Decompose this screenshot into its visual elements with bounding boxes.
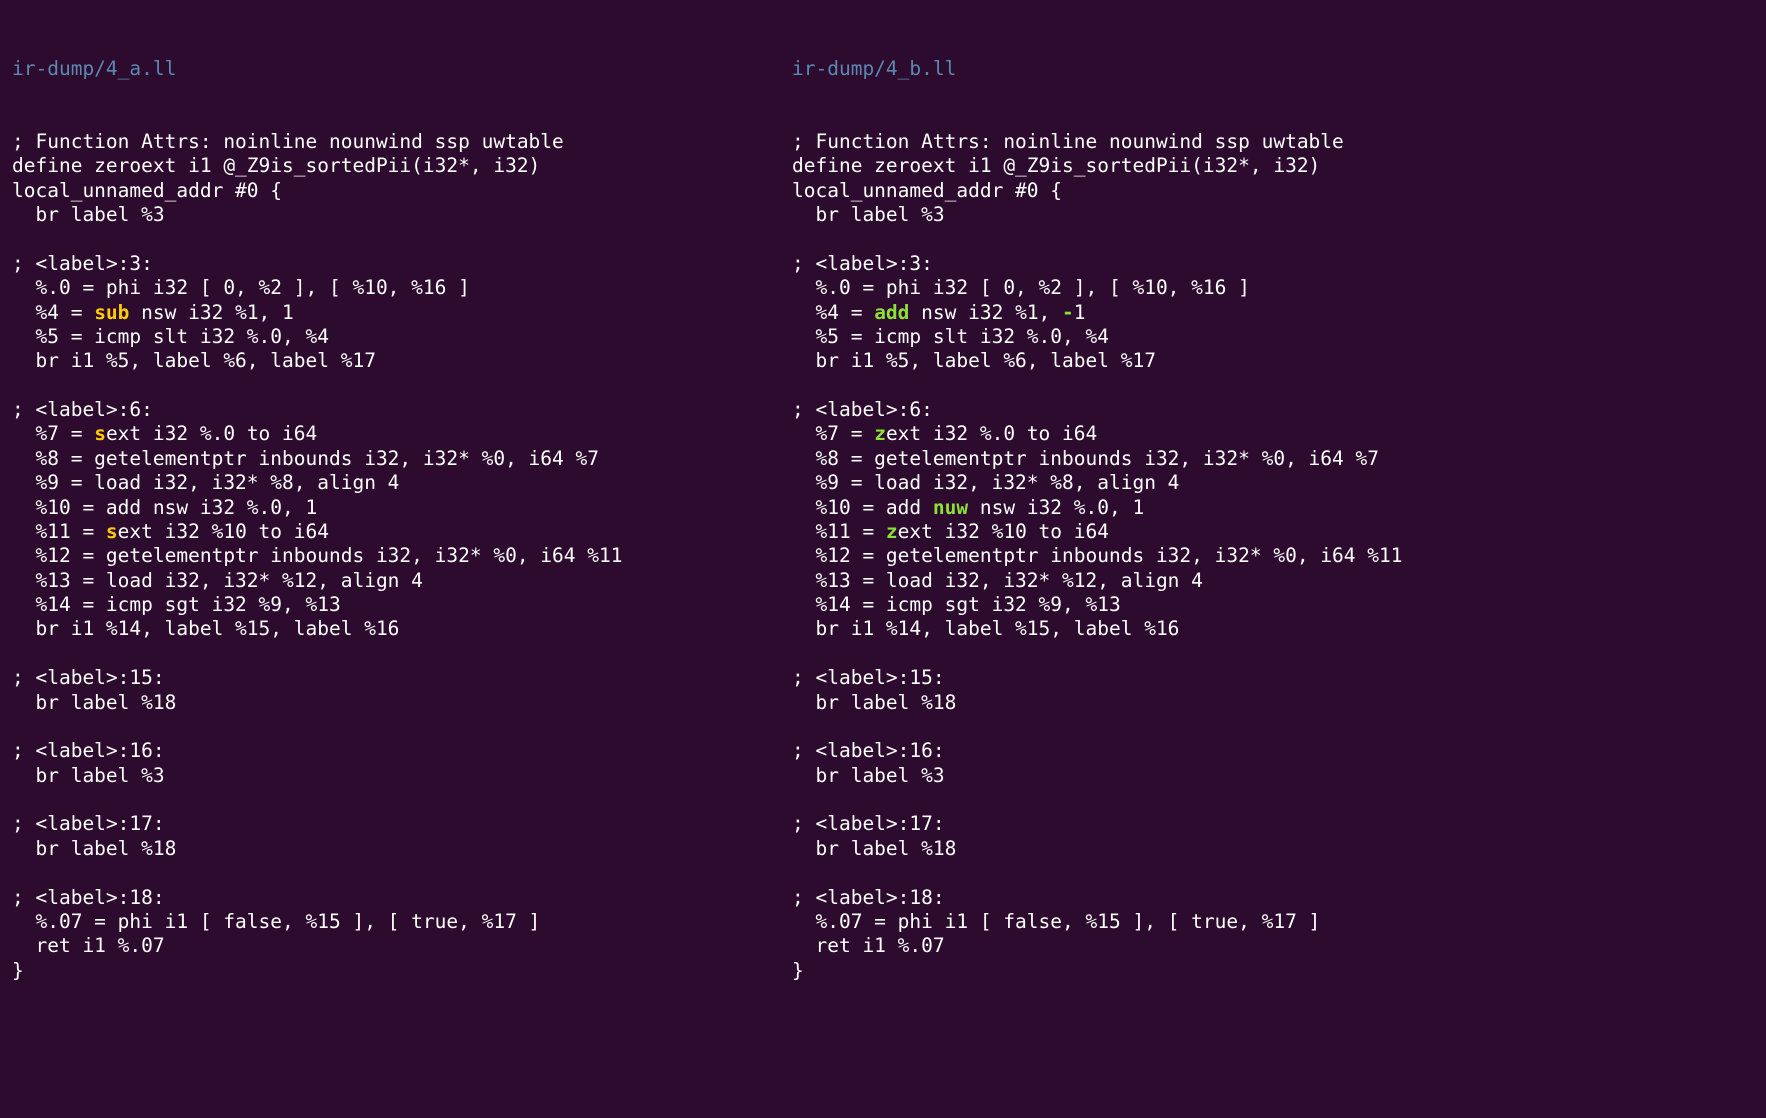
code-line: br label %18 [792,691,956,714]
code-line: ; <label>:17: [792,812,945,835]
code-line: %8 = getelementptr inbounds i32, i32* %0… [792,447,1379,470]
code-line: %7 = zext i32 %.0 to i64 [792,422,1097,445]
right-pane: ir-dump/4_b.ll ; Function Attrs: noinlin… [792,8,1572,1032]
code-line: %5 = icmp slt i32 %.0, %4 [12,325,329,348]
code-line: br label %3 [12,764,165,787]
code-line: %.0 = phi i32 [ 0, %2 ], [ %10, %16 ] [12,276,470,299]
code-line: %11 = zext i32 %10 to i64 [792,520,1109,543]
code-line: %13 = load i32, i32* %12, align 4 [12,569,423,592]
code-line: br i1 %5, label %6, label %17 [792,349,1156,372]
code-line: br label %18 [12,837,176,860]
code-line: %7 = sext i32 %.0 to i64 [12,422,317,445]
code-line: ; <label>:16: [12,739,165,762]
code-line: %9 = load i32, i32* %8, align 4 [792,471,1179,494]
code-line: br label %18 [792,837,956,860]
code-line: define zeroext i1 @_Z9is_sortedPii(i32*,… [792,154,1320,177]
code-line: ; <label>:15: [792,666,945,689]
code-line: br i1 %14, label %15, label %16 [12,617,399,640]
code-line: %11 = sext i32 %10 to i64 [12,520,329,543]
code-line: br i1 %14, label %15, label %16 [792,617,1179,640]
code-line: %14 = icmp sgt i32 %9, %13 [12,593,341,616]
code-line: ; Function Attrs: noinline nounwind ssp … [792,130,1344,153]
code-line: ; <label>:17: [12,812,165,835]
code-line: ; <label>:3: [792,252,933,275]
code-line: ret i1 %.07 [12,934,165,957]
right-code: ; Function Attrs: noinline nounwind ssp … [792,130,1572,983]
code-line: %9 = load i32, i32* %8, align 4 [12,471,399,494]
code-line: ret i1 %.07 [792,934,945,957]
code-line: %14 = icmp sgt i32 %9, %13 [792,593,1121,616]
code-line: ; Function Attrs: noinline nounwind ssp … [12,130,564,153]
code-line: define zeroext i1 @_Z9is_sortedPii(i32*,… [12,154,540,177]
code-line: br i1 %5, label %6, label %17 [12,349,376,372]
code-line: } [792,959,804,982]
code-line: br label %3 [792,764,945,787]
code-line: %.07 = phi i1 [ false, %15 ], [ true, %1… [792,910,1320,933]
left-code: ; Function Attrs: noinline nounwind ssp … [12,130,792,983]
code-line: %4 = add nsw i32 %1, -1 [792,301,1086,324]
left-filename: ir-dump/4_a.ll [12,57,792,81]
code-line: ; <label>:18: [12,886,165,909]
code-line: %.0 = phi i32 [ 0, %2 ], [ %10, %16 ] [792,276,1250,299]
code-line: %10 = add nsw i32 %.0, 1 [12,496,317,519]
code-line: %5 = icmp slt i32 %.0, %4 [792,325,1109,348]
right-filename: ir-dump/4_b.ll [792,57,1572,81]
code-line: ; <label>:3: [12,252,153,275]
code-line: } [12,959,24,982]
code-line: br label %3 [12,203,165,226]
code-line: %4 = sub nsw i32 %1, 1 [12,301,294,324]
code-line: ; <label>:18: [792,886,945,909]
code-line: br label %3 [792,203,945,226]
code-line: ; <label>:15: [12,666,165,689]
code-line: ; <label>:16: [792,739,945,762]
code-line: ; <label>:6: [792,398,933,421]
left-pane: ir-dump/4_a.ll ; Function Attrs: noinlin… [12,8,792,1032]
code-line: %.07 = phi i1 [ false, %15 ], [ true, %1… [12,910,540,933]
code-line: local_unnamed_addr #0 { [12,179,282,202]
code-line: br label %18 [12,691,176,714]
code-line: ; <label>:6: [12,398,153,421]
code-line: %12 = getelementptr inbounds i32, i32* %… [792,544,1402,567]
diff-container: ir-dump/4_a.ll ; Function Attrs: noinlin… [0,0,1766,1044]
code-line: %12 = getelementptr inbounds i32, i32* %… [12,544,622,567]
code-line: %13 = load i32, i32* %12, align 4 [792,569,1203,592]
code-line: local_unnamed_addr #0 { [792,179,1062,202]
code-line: %10 = add nuw nsw i32 %.0, 1 [792,496,1144,519]
code-line: %8 = getelementptr inbounds i32, i32* %0… [12,447,599,470]
